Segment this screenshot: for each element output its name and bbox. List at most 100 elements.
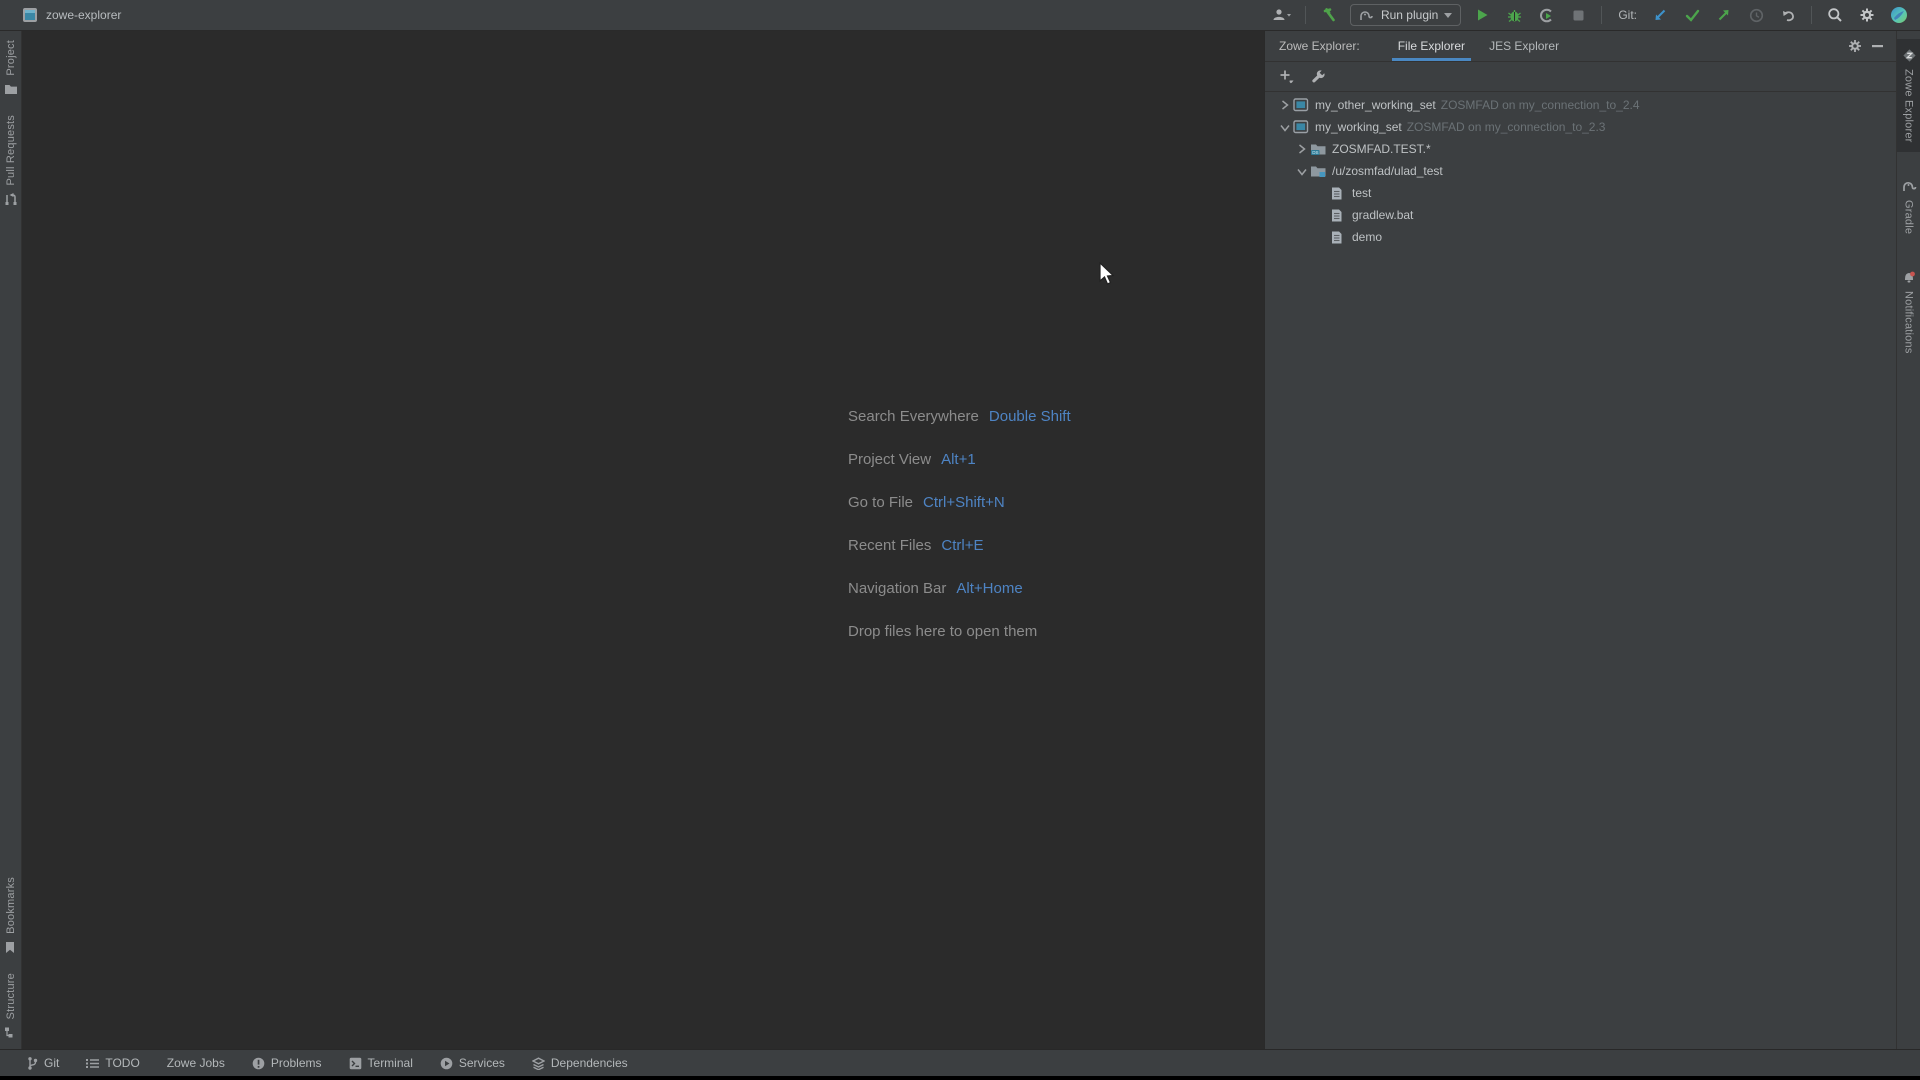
drop-hint-text: Drop files here to open them [848,623,1037,640]
tree-row-uss-directory[interactable]: /u/zosmfad/ulad_test [1265,160,1896,182]
bookmark-icon [4,941,18,955]
toolbar-separator [1305,6,1306,24]
chevron-down-icon [1444,13,1452,18]
title-bar: zowe-explorer Run plugin Git: [0,0,1920,31]
dependencies-icon [532,1057,545,1070]
chevron-down-icon[interactable] [1293,165,1310,177]
stripe-item-gradle[interactable]: Gradle [1897,170,1920,243]
tree-row-file[interactable]: gradlew.bat [1265,204,1896,226]
working-set-icon [1293,98,1310,113]
shortcut-action: Project View [848,451,931,468]
build-hammer-icon[interactable] [1318,4,1340,26]
run-play-icon[interactable] [1471,4,1493,26]
stripe-item-bookmarks[interactable]: Bookmarks [0,868,21,964]
run-configuration-label: Run plugin [1381,8,1438,22]
problems-icon [252,1057,265,1070]
working-set-icon [1293,120,1310,135]
folder-icon [4,83,18,97]
terminal-icon [349,1057,362,1070]
pull-request-icon [4,192,18,206]
debug-bug-icon[interactable] [1503,4,1525,26]
stripe-label-pull-requests: Pull Requests [5,115,17,185]
run-configuration-combo[interactable]: Run plugin [1350,4,1461,26]
tab-jes-explorer[interactable]: JES Explorer [1477,31,1571,61]
statusbar-item-todo[interactable]: TODO [86,1056,139,1070]
statusbar-label: Dependencies [551,1056,628,1070]
tree-row-working-set[interactable]: my_other_working_set ZOSMFAD on my_conne… [1265,94,1896,116]
file-icon [1330,230,1347,245]
dataset-folder-icon: DS [1310,142,1327,157]
stripe-item-pull-requests[interactable]: Pull Requests [0,106,21,215]
chevron-down-icon[interactable] [1276,121,1293,133]
profiler-icon[interactable] [1535,4,1557,26]
chevron-right-icon[interactable] [1293,143,1310,155]
drop-files-hint: Drop files here to open them [848,610,1071,653]
stripe-item-notifications[interactable]: Notifications [1897,261,1920,363]
editor-empty-area: Search Everywhere Double Shift Project V… [23,32,1264,1049]
statusbar-label: Git [44,1056,59,1070]
shortcut-keys: Ctrl+Shift+N [923,494,1005,511]
stop-icon[interactable] [1567,4,1589,26]
tree-item-name: ZOSMFAD.TEST.* [1332,142,1431,156]
file-icon [1330,208,1347,223]
stripe-item-zowe-explorer[interactable]: Zowe Explorer [1897,39,1920,152]
statusbar-item-services[interactable]: Services [440,1056,505,1070]
todo-list-icon [86,1058,99,1069]
stripe-label-zowe-explorer: Zowe Explorer [1903,69,1915,143]
tree-item-name: /u/zosmfad/ulad_test [1332,164,1443,178]
wrench-icon[interactable] [1309,68,1327,86]
tool-window-gear-icon[interactable] [1844,31,1866,61]
add-plus-icon[interactable] [1277,68,1295,86]
gradle-elephant-icon [1902,179,1916,193]
statusbar-item-terminal[interactable]: Terminal [349,1056,413,1070]
git-update-icon[interactable] [1649,4,1671,26]
structure-icon [4,1026,18,1040]
stripe-label-project: Project [5,40,17,76]
stripe-label-bookmarks: Bookmarks [5,877,17,934]
right-tool-stripe: Zowe Explorer Gradle Notifications [1896,31,1920,1049]
window-bottom-edge [0,1076,1920,1080]
user-collab-icon[interactable] [1271,4,1293,26]
editor-shortcuts-panel: Search Everywhere Double Shift Project V… [848,395,1071,653]
stripe-label-notifications: Notifications [1903,291,1915,354]
shortcut-action: Go to File [848,494,913,511]
tree-item-name: gradlew.bat [1352,208,1413,222]
statusbar-item-git[interactable]: Git [26,1056,59,1070]
git-branch-icon [26,1056,38,1070]
settings-gear-icon[interactable] [1856,4,1878,26]
svg-text:DS: DS [1312,150,1318,155]
stripe-item-structure[interactable]: Structure [0,964,21,1049]
shortcut-action: Search Everywhere [848,408,979,425]
file-explorer-tree: my_other_working_set ZOSMFAD on my_conne… [1265,92,1896,248]
statusbar-label: Zowe Jobs [167,1056,225,1070]
git-push-icon[interactable] [1713,4,1735,26]
zowe-logo-icon [1902,48,1916,62]
shortcut-keys: Alt+1 [941,451,976,468]
git-commit-icon[interactable] [1681,4,1703,26]
tool-window-toolbar [1265,62,1896,92]
uss-folder-icon [1310,164,1327,179]
statusbar-item-zowe-jobs[interactable]: Zowe Jobs [167,1056,225,1070]
chevron-right-icon[interactable] [1276,99,1293,111]
shortcut-keys: Alt+Home [956,580,1022,597]
tree-item-name: demo [1352,230,1382,244]
stripe-item-project[interactable]: Project [0,31,21,106]
tool-window-minimize-icon[interactable] [1866,31,1888,61]
tab-file-explorer[interactable]: File Explorer [1386,31,1477,61]
tool-window-header: Zowe Explorer: File Explorer JES Explore… [1265,31,1896,62]
profile-avatar-icon[interactable] [1888,4,1910,26]
tree-row-working-set[interactable]: my_working_set ZOSMFAD on my_connection_… [1265,116,1896,138]
tree-item-name: test [1352,186,1371,200]
tree-row-dataset-pattern[interactable]: DS ZOSMFAD.TEST.* [1265,138,1896,160]
history-clock-icon[interactable] [1745,4,1767,26]
statusbar-item-dependencies[interactable]: Dependencies [532,1056,628,1070]
search-icon[interactable] [1824,4,1846,26]
git-toolbar-label: Git: [1618,8,1637,22]
tree-row-file[interactable]: demo [1265,226,1896,248]
undo-icon[interactable] [1777,4,1799,26]
statusbar-item-problems[interactable]: Problems [252,1056,322,1070]
gradle-elephant-icon [1359,9,1375,21]
shortcut-keys: Double Shift [989,408,1071,425]
tree-row-file[interactable]: test [1265,182,1896,204]
shortcut-navigation-bar: Navigation Bar Alt+Home [848,567,1071,610]
